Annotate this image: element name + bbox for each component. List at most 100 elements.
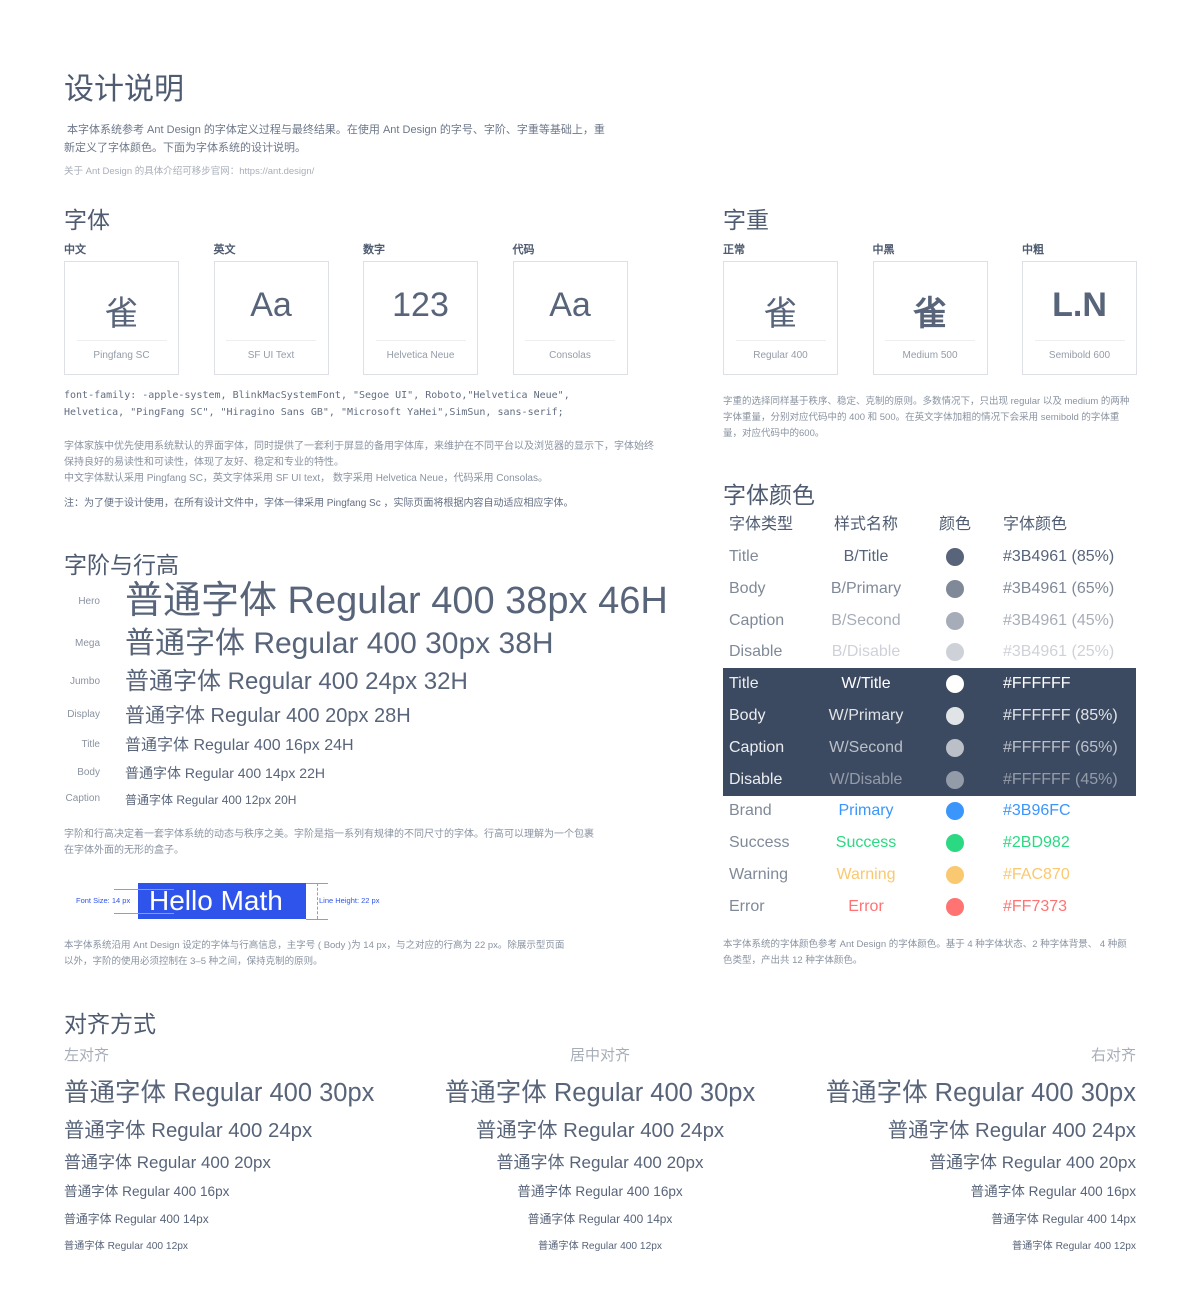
scale-label: Hero (78, 596, 100, 607)
color-value: #2BD982 (1003, 834, 1070, 852)
weight-name: Regular 400 (753, 350, 808, 361)
style-name: W/Primary (828, 707, 904, 724)
align-sample: 普通字体 Regular 400 20px (929, 1153, 1136, 1172)
style-name: B/Primary (830, 579, 902, 597)
scale-description-2: 本字体系统沿用 Ant Design 设定的字体与行高信息，主字号 ( Body… (64, 938, 564, 970)
align-sample: 普通字体 Regular 400 12px (537, 1240, 663, 1252)
color-swatch (946, 643, 964, 662)
code-line: font-family: -apple-system, BlinkMacSyst… (64, 390, 570, 401)
divider (735, 340, 826, 341)
text-line: 本字体系统沿用 Ant Design 设定的字体与行高信息，主字号 ( Body… (64, 940, 565, 951)
align-sample: 普通字体 Regular 400 30px (825, 1079, 1136, 1107)
guide-line (114, 913, 174, 914)
text-line: 保持良好的易读性和可读性，体现了友好、稳定和专业的特性。 (64, 457, 344, 468)
weight-card: 雀 Medium 500 (872, 261, 988, 375)
divider (1034, 340, 1125, 341)
font-card-label: 中文 (64, 244, 86, 256)
font-card: Aa Consolas (512, 261, 628, 375)
font-type: Title (729, 548, 759, 565)
fonts-note: 注：为了便于设计使用，在所有设计文件中，字体一律采用 Pingfang Sc ，… (64, 498, 574, 509)
scale-label: Jumbo (69, 676, 100, 687)
font-card-label: 代码 (512, 244, 535, 256)
color-value: #FFFFFF (65%) (1003, 738, 1118, 756)
weight-card-label: 中黑 (872, 244, 895, 256)
scale-label: Caption (65, 793, 100, 804)
color-row: Title B/Title #3B4961 (85%) (723, 541, 1136, 573)
color-swatch (946, 548, 964, 566)
align-sample: 普通字体 Regular 400 16px (517, 1184, 683, 1200)
weight-card-label: 中粗 (1022, 244, 1044, 256)
align-sample: 普通字体 Regular 400 24px (64, 1119, 313, 1142)
align-column-label: 居中对齐 (569, 1047, 631, 1064)
color-value: #3B4961 (65%) (1003, 579, 1115, 597)
guide-line (306, 919, 328, 920)
weight-glyph: 雀 (913, 295, 947, 333)
font-glyph: 123 (392, 286, 449, 324)
align-sample: 普通字体 Regular 400 20px (64, 1153, 271, 1172)
font-card-label: 数字 (363, 244, 385, 256)
align-sample: 普通字体 Regular 400 24px (887, 1119, 1136, 1142)
color-swatch (946, 579, 964, 598)
font-glyph: 雀 (104, 295, 139, 333)
scale-sample: 普通字体 Regular 400 16px 24H (125, 737, 354, 755)
color-value: #FFFFFF (1003, 675, 1071, 693)
colors-title: 字体颜色 (723, 482, 815, 508)
align-sample: 普通字体 Regular 400 12px (1011, 1240, 1136, 1252)
text-line: 字阶和行高决定着一套字体系统的动态与秩序之美。字阶是指一系列有规律的不同尺寸的字… (64, 829, 594, 840)
align-sample: 普通字体 Regular 400 14px (991, 1211, 1136, 1226)
weight-glyph: L.N (1052, 286, 1107, 324)
font-type: Disable (729, 643, 783, 661)
color-row: Body W/Primary #FFFFFF (85%) (723, 700, 1136, 732)
weight-glyph: 雀 (763, 295, 798, 333)
scale-label: Display (67, 709, 100, 720)
color-row: Caption B/Second #3B4961 (45%) (723, 605, 1136, 637)
color-row: Caption W/Second #FFFFFF (65%) (723, 732, 1136, 764)
intro-link[interactable]: 关于 Ant Design 的具体介绍可移步官网：https://ant.des… (64, 164, 314, 180)
font-name: Pingfang SC (93, 350, 150, 361)
font-card: 123 Helvetica Neue (363, 261, 478, 375)
font-card: Aa SF UI Text (213, 261, 329, 375)
divider (375, 340, 466, 341)
font-type: Title (729, 675, 759, 693)
color-row: Body B/Primary #3B4961 (65%) (723, 573, 1136, 605)
color-row: Success Success #2BD982 (723, 827, 1136, 859)
text-line: 在字体外面的无形的盒子。 (64, 845, 184, 856)
align-sample: 普通字体 Regular 400 24px (475, 1119, 725, 1142)
align-sample: 普通字体 Regular 400 12px (64, 1240, 189, 1252)
scale-sample: 普通字体 Regular 400 30px 38H (125, 627, 554, 661)
color-value: #3B96FC (1003, 802, 1071, 820)
scale-sample: 普通字体 Regular 400 24px 32H (125, 668, 468, 696)
scale-description: 字阶和行高决定着一套字体系统的动态与秩序之美。字阶是指一系列有规律的不同尺寸的字… (64, 827, 594, 859)
code-line: Helvetica, "PingFang SC", "Hiragino Sans… (64, 407, 564, 418)
scale-title: 字阶与行高 (64, 552, 179, 578)
font-glyph: Aa (549, 286, 591, 324)
color-row: Error Error #FF7373 (723, 891, 1136, 923)
text-line: 字体家族中优先使用系统默认的界面字体，同时提供了一套利于屏显的备用字体库，来维护… (64, 441, 654, 452)
line-height-demo: Font Size: 14 px Hello Math Line Height:… (64, 880, 404, 922)
align-sample: 普通字体 Regular 400 20px (496, 1153, 704, 1172)
scale-sample: 普通字体 Regular 400 20px 28H (125, 704, 411, 727)
font-type: Success (729, 834, 790, 852)
color-swatch (946, 834, 964, 853)
color-value: #FAC870 (1003, 866, 1070, 883)
color-table-header: 字体类型 样式名称 颜色 字体颜色 (723, 509, 1136, 541)
weight-card-label: 正常 (723, 244, 745, 256)
color-row: Brand Primary #3B96FC (723, 795, 1136, 827)
header-cell: 字体颜色 (1003, 516, 1068, 533)
scale-label: Title (81, 739, 100, 750)
weights-description: 字重的选择同样基于秩序、稳定、克制的原则。多数情况下，只出现 regular 以… (723, 394, 1129, 442)
text-line: 字重的选择同样基于秩序、稳定、克制的原则。多数情况下，只出现 regular 以… (723, 396, 1130, 407)
color-value: #3B4961 (25%) (1003, 643, 1115, 661)
font-type: Caption (729, 738, 785, 756)
intro-line: 新定义了字体颜色。下面为字体系统的设计说明。 (64, 142, 306, 154)
color-value: #FFFFFF (85%) (1003, 707, 1118, 724)
font-type: Caption (729, 611, 785, 629)
guide-line (114, 889, 174, 890)
style-name: B/Second (831, 611, 901, 629)
style-name: W/Disable (829, 770, 903, 788)
guide-line (317, 883, 318, 919)
color-swatch (946, 802, 964, 821)
align-sample: 普通字体 Regular 400 14px (527, 1211, 673, 1226)
color-swatch (946, 770, 964, 789)
font-type: Disable (729, 770, 783, 788)
